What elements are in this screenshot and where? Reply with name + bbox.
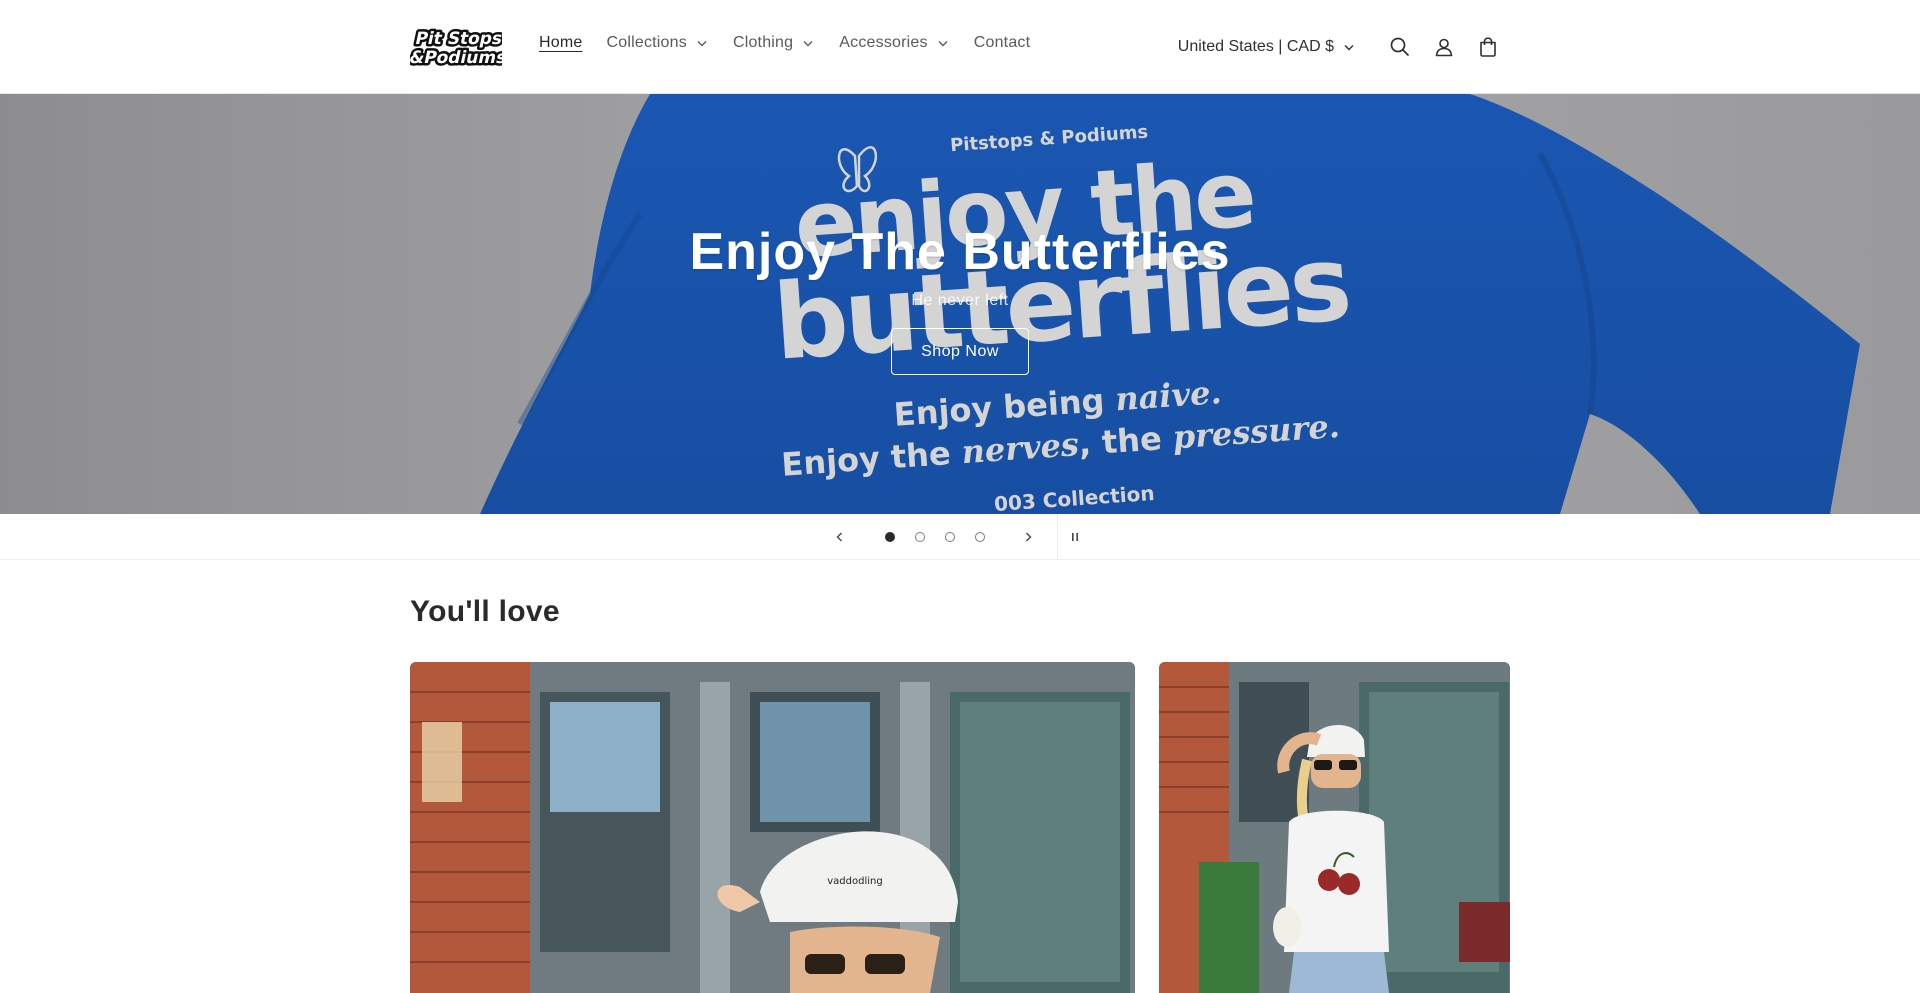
featured-card[interactable]: vaddodling <box>410 662 1135 993</box>
slideshow-controls <box>0 514 1920 560</box>
product-image <box>1159 662 1510 993</box>
slide-dot-indicator <box>915 532 925 542</box>
chevron-left-icon <box>836 532 842 542</box>
previous-slide-button[interactable] <box>818 514 862 560</box>
site-header: Pit Stops Pit Stops &Podiums &Podiums Ho… <box>0 0 1920 94</box>
search-icon <box>1390 37 1410 57</box>
nav-clothing-label: Clothing <box>732 34 794 51</box>
hat-print-text: vaddodling <box>827 876 882 887</box>
cart-icon <box>1480 37 1496 57</box>
chevron-right-icon <box>1026 532 1032 542</box>
hero-subtitle: He never left <box>911 292 1009 309</box>
shop-now-button[interactable]: Shop Now <box>891 328 1029 375</box>
nav-collections[interactable]: Collections <box>606 34 708 52</box>
nav-contact[interactable]: Contact <box>974 34 1031 52</box>
account-button[interactable] <box>1422 26 1466 68</box>
nav-home[interactable]: Home <box>539 34 582 52</box>
hero-title: Enjoy The Butterflies <box>689 223 1231 281</box>
chevron-down-icon <box>697 41 707 47</box>
slide-dot-indicator <box>885 532 895 542</box>
chevron-down-icon <box>803 41 813 47</box>
svg-text:&Podiums: &Podiums <box>410 48 502 67</box>
cart-button[interactable] <box>1466 26 1510 68</box>
hero-banner: Pitstops & Podiums enjoy the butterflies… <box>0 94 1920 514</box>
pause-slideshow-button[interactable] <box>1060 514 1090 560</box>
slide-dot-1[interactable] <box>875 514 905 560</box>
nav-clothing[interactable]: Clothing <box>733 34 815 52</box>
slide-dot-3[interactable] <box>935 514 965 560</box>
controls-divider <box>1057 514 1058 560</box>
nav-accessories-label: Accessories <box>839 34 928 51</box>
slide-dot-indicator <box>975 532 985 542</box>
slide-dot-2[interactable] <box>905 514 935 560</box>
country-selector-label: United States | CAD $ <box>1177 38 1334 55</box>
product-image: vaddodling <box>410 662 1135 993</box>
nav-contact-label: Contact <box>973 34 1031 51</box>
section-heading: You'll love <box>410 595 560 628</box>
hero-content: Enjoy The Butterflies He never left Shop… <box>0 94 1920 514</box>
slide-dot-indicator <box>945 532 955 542</box>
nav-home-label: Home <box>539 34 583 51</box>
header-actions: United States | CAD $ <box>1178 26 1510 68</box>
nav-collections-label: Collections <box>606 34 687 51</box>
slide-dot-4[interactable] <box>965 514 995 560</box>
main-nav: Home Collections Clothing Accessories Co… <box>539 34 1054 52</box>
featured-card[interactable] <box>1159 662 1510 993</box>
country-selector[interactable]: United States | CAD $ <box>1178 38 1356 56</box>
account-icon <box>1435 38 1453 57</box>
chevron-down-icon <box>1344 45 1354 51</box>
svg-text:Pit Stops: Pit Stops <box>413 29 502 49</box>
next-slide-button[interactable] <box>1006 514 1050 560</box>
site-logo[interactable]: Pit Stops Pit Stops &Podiums &Podiums <box>405 27 511 71</box>
nav-accessories[interactable]: Accessories <box>839 34 949 52</box>
chevron-down-icon <box>938 41 948 47</box>
search-button[interactable] <box>1378 26 1422 68</box>
pause-icon <box>1072 533 1078 541</box>
